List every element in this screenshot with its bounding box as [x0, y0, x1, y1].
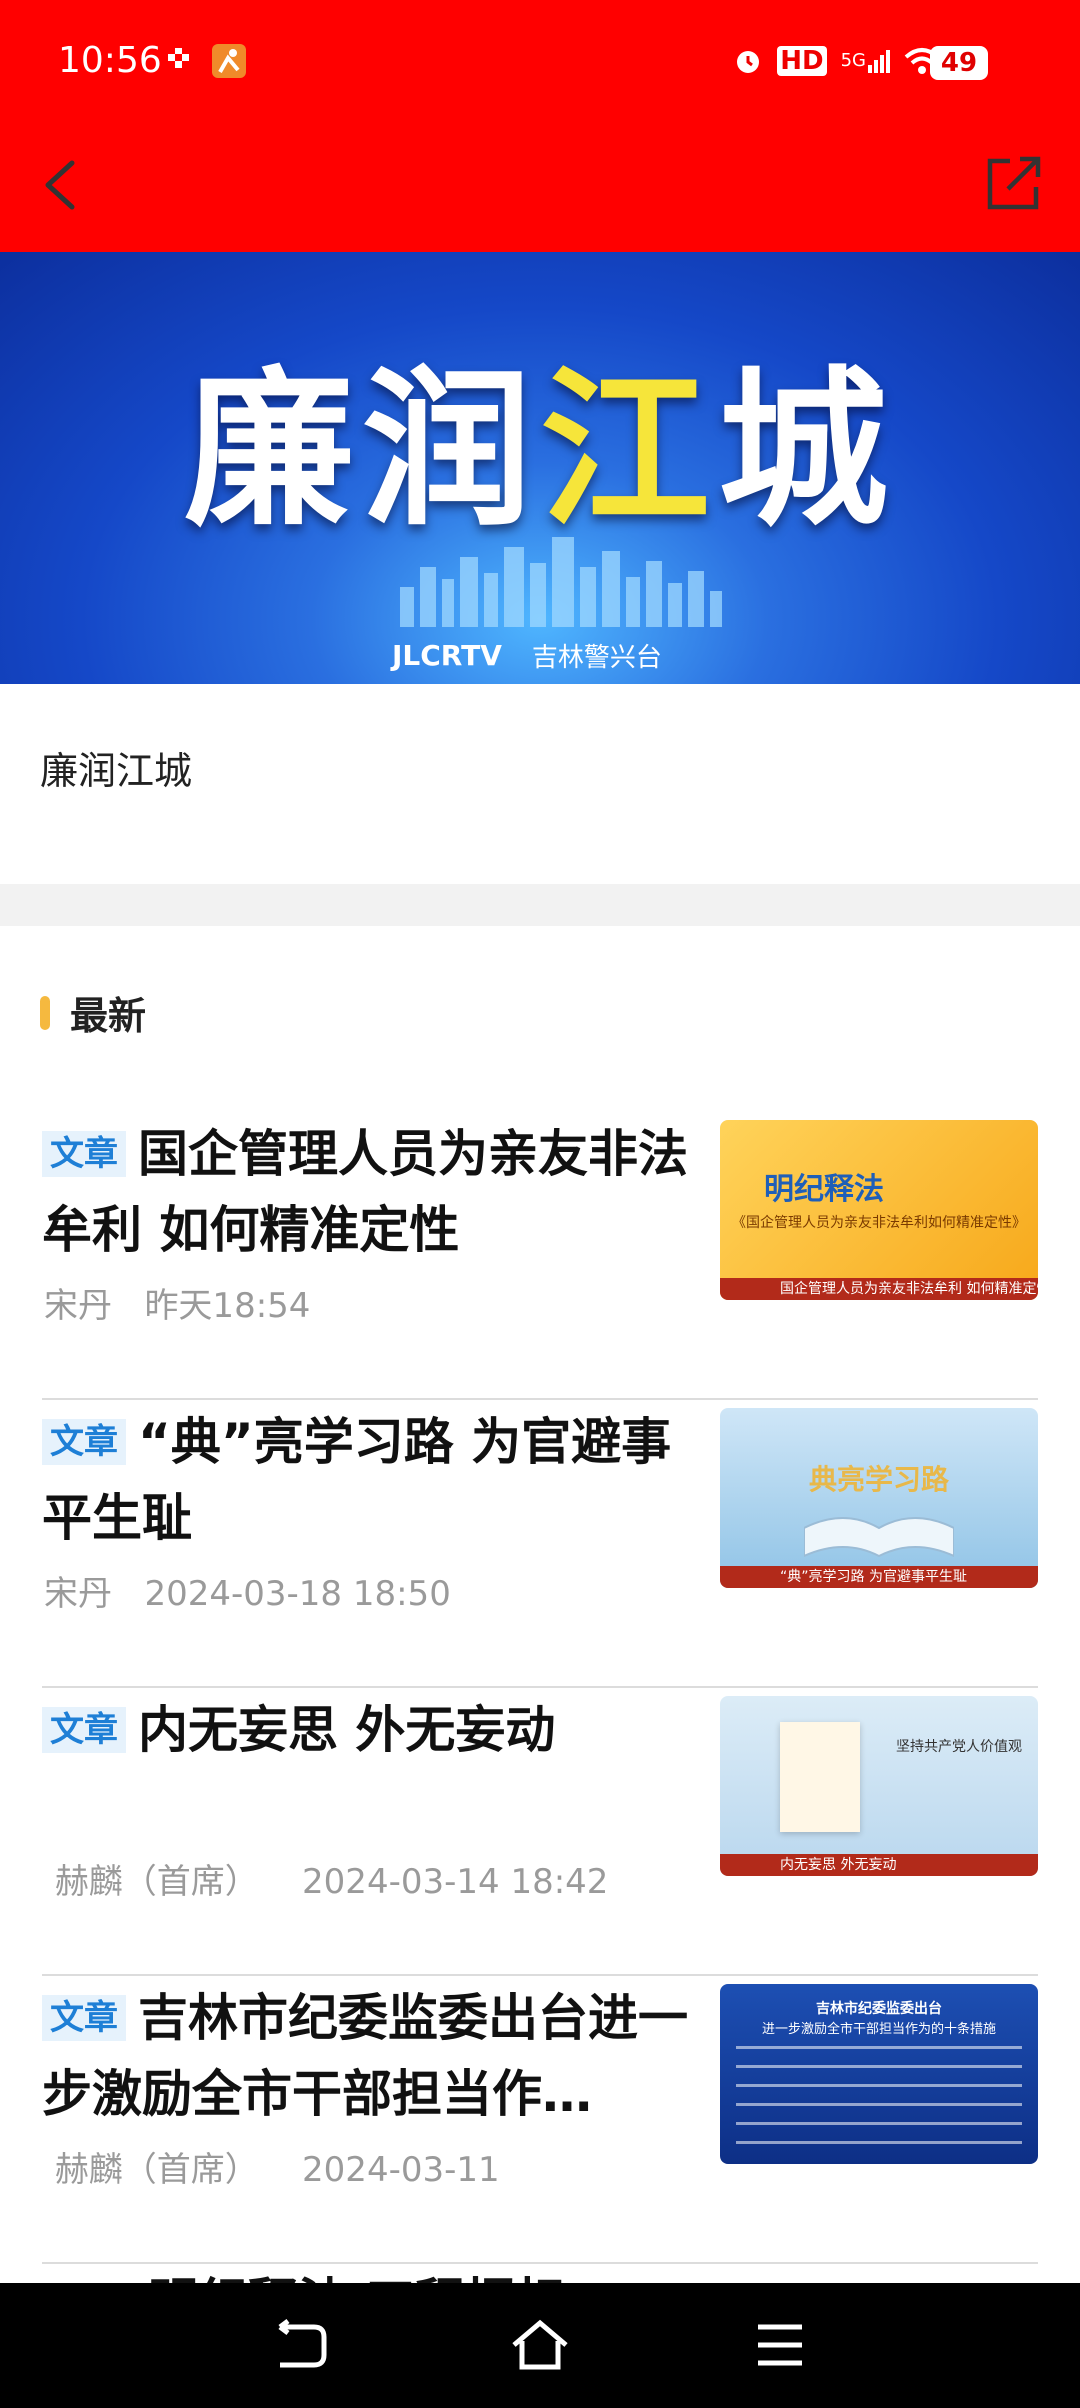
thumb-subtitle: 进一步激励全市干部担当作为的十条措施	[761, 2022, 996, 2037]
article-meta: 赫麟（首席） 2024-03-14 18:42	[44, 1854, 609, 1903]
article-tag: 文章	[42, 1131, 126, 1177]
hd-icon: HD	[777, 46, 827, 76]
menu-icon[interactable]	[750, 2319, 810, 2371]
article-meta: 赫麟（首席） 2024-03-11	[44, 2142, 500, 2191]
thumb-caption: 国企管理人员为亲友非法牟利 如何精准定性	[720, 1278, 1038, 1300]
banner-image: 廉润江城 JLCRTV 吉林警兴台	[0, 252, 1080, 684]
thumb-heading: 典亮学习路	[808, 1463, 949, 1496]
section-title: 最新	[70, 994, 147, 1038]
checkered-flag-icon	[168, 48, 189, 68]
broadcaster-logos: JLCRTV 吉林警兴台	[392, 637, 662, 674]
city-skyline-graphic	[400, 537, 722, 627]
status-bar: 10:56 HD 5G 49	[0, 0, 1080, 125]
status-time: 10:56	[58, 40, 162, 81]
article-tag: 文章	[42, 1419, 126, 1465]
section-marker	[40, 995, 50, 1030]
share-icon[interactable]	[982, 151, 1046, 215]
signal-icon: 5G	[840, 49, 890, 73]
article-tag: 文章	[42, 1707, 126, 1753]
article-time: 昨天18:54	[144, 1286, 311, 1326]
top-nav-bar	[0, 125, 1080, 252]
article-time: 2024-03-11	[302, 2150, 500, 2190]
article-meta: 宋丹 2024-03-18 18:50	[44, 1566, 451, 1615]
thumb-heading: 明纪释法	[764, 1172, 884, 1207]
network-label: 5G	[840, 49, 866, 71]
article-title: 文章 “典”亮学习路 为官避事平生耻	[42, 1413, 672, 1547]
page-title: 廉润江城	[40, 749, 193, 793]
article-item[interactable]: 文章 “典”亮学习路 为官避事平生耻 宋丹 2024-03-18 18:50 典亮…	[42, 1398, 1038, 1688]
channel-logo: 吉林警兴台	[531, 643, 662, 673]
back-icon[interactable]	[270, 2319, 330, 2371]
article-author: 宋丹	[44, 1574, 112, 1614]
article-title: 文章 吉林市纪委监委出台进一步激励全市干部担当作…	[42, 1989, 688, 2123]
article-author: 赫麟（首席）	[54, 2150, 259, 2190]
article-item[interactable]: 文章 吉林市纪委监委出台进一步激励全市干部担当作… 赫麟（首席） 2024-03-…	[42, 1974, 1038, 2264]
article-thumbnail: 典亮学习路 “典”亮学习路 为官避事平生耻	[720, 1408, 1038, 1588]
back-arrow-icon[interactable]	[34, 155, 94, 215]
article-thumbnail: 明纪释法 《国企管理人员为亲友非法牟利如何精准定性》 国企管理人员为亲友非法牟利…	[720, 1120, 1038, 1300]
section-header: 最新	[40, 985, 146, 1040]
thumb-caption: 内无妄思 外无妄动	[720, 1854, 1038, 1876]
battery-icon: 49	[930, 46, 988, 80]
system-nav-bar	[0, 2283, 1080, 2408]
article-thumbnail: 吉林市纪委监委出台 进一步激励全市干部担当作为的十条措施	[720, 1984, 1038, 2164]
article-item[interactable]: 文章 内无妄思 外无妄动 赫麟（首席） 2024-03-14 18:42 坚持共产…	[42, 1686, 1038, 1976]
banner-title: 廉润江城	[183, 352, 897, 550]
home-icon[interactable]	[510, 2319, 570, 2371]
article-author: 宋丹	[44, 1286, 112, 1326]
article-time: 2024-03-18 18:50	[144, 1574, 451, 1614]
thumb-subtitle: 《国企管理人员为亲友非法牟利如何精准定性》	[732, 1215, 1026, 1231]
article-item[interactable]: 文章 国企管理人员为亲友非法牟利 如何精准定性 宋丹 昨天18:54 明纪释法 《…	[42, 1110, 1038, 1400]
article-title: 文章 国企管理人员为亲友非法牟利 如何精准定性	[42, 1125, 688, 1259]
jlcrtv-logo: JLCRTV	[392, 639, 502, 672]
thumb-text-block	[736, 2046, 1022, 2146]
article-thumbnail: 坚持共产党人价值观 内无妄思 外无妄动	[720, 1696, 1038, 1876]
article-author: 赫麟（首席）	[54, 1862, 259, 1902]
alarm-icon	[737, 51, 760, 73]
article-meta: 宋丹 昨天18:54	[44, 1278, 310, 1327]
article-tag: 文章	[42, 1995, 126, 2041]
thumb-heading: 吉林市纪委监委出台	[816, 2001, 942, 2017]
open-book-graphic	[804, 1517, 954, 1558]
article-time: 2024-03-14 18:42	[302, 1862, 609, 1902]
thumb-caption: “典”亮学习路 为官避事平生耻	[720, 1566, 1038, 1588]
app-notification-icon	[212, 44, 246, 78]
thumb-heading: 坚持共产党人价值观	[896, 1739, 1022, 1755]
article-title: 文章 内无妄思 外无妄动	[42, 1692, 692, 1768]
section-divider	[0, 884, 1080, 926]
